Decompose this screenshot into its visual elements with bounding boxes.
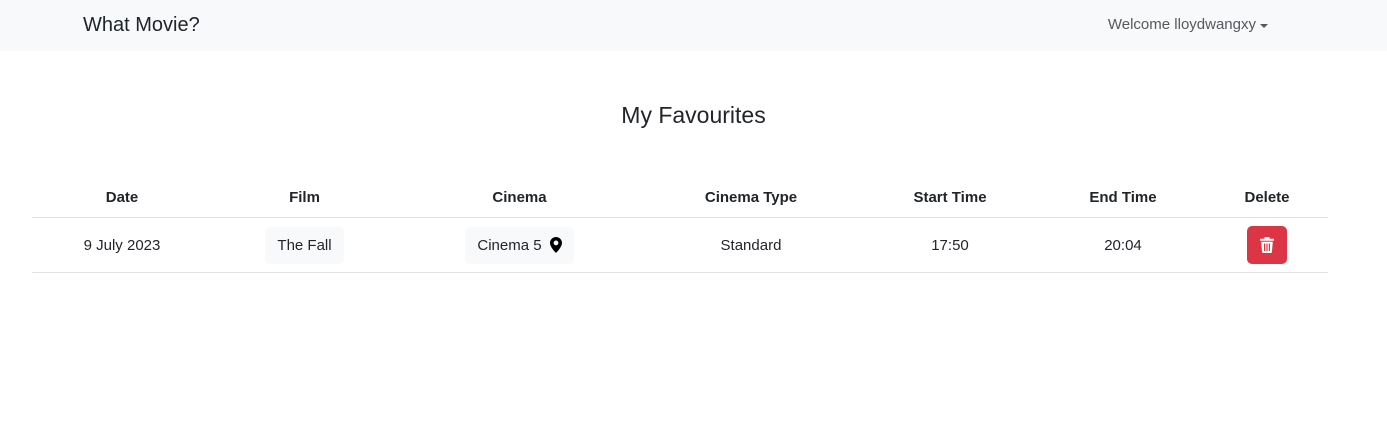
table-row: 9 July 2023 The Fall Cinema 5 Standard 1…	[32, 217, 1328, 273]
navbar-brand[interactable]: What Movie?	[83, 13, 200, 37]
header-cinema: Cinema	[397, 178, 642, 218]
cell-film: The Fall	[212, 217, 397, 273]
cinema-label: Cinema 5	[477, 236, 542, 254]
cell-cinema-type: Standard	[642, 217, 860, 273]
map-pin-icon	[549, 237, 562, 253]
header-delete: Delete	[1206, 178, 1328, 218]
page-title: My Favourites	[621, 102, 766, 128]
cinema-button[interactable]: Cinema 5	[465, 226, 574, 264]
cell-date: 9 July 2023	[32, 217, 212, 273]
header-end-time: End Time	[1040, 178, 1206, 218]
header-cinema-type: Cinema Type	[642, 178, 860, 218]
favourites-table: Date Film Cinema Cinema Type Start Time …	[32, 178, 1328, 273]
cell-delete	[1206, 217, 1328, 273]
table-header-row: Date Film Cinema Cinema Type Start Time …	[32, 178, 1328, 218]
cell-cinema: Cinema 5	[397, 217, 642, 273]
cell-start-time: 17:50	[860, 217, 1040, 273]
film-button[interactable]: The Fall	[265, 226, 344, 264]
header-date: Date	[32, 178, 212, 218]
cell-end-time: 20:04	[1040, 217, 1206, 273]
delete-button[interactable]	[1247, 226, 1287, 264]
trash-icon	[1260, 237, 1274, 253]
user-menu-dropdown[interactable]: Welcome lloydwangxy	[1108, 16, 1268, 34]
header-film: Film	[212, 178, 397, 218]
navbar: What Movie? Welcome lloydwangxy	[0, 0, 1387, 51]
header-start-time: Start Time	[860, 178, 1040, 218]
caret-down-icon	[1260, 23, 1268, 28]
user-menu-label: Welcome lloydwangxy	[1107, 16, 1256, 33]
